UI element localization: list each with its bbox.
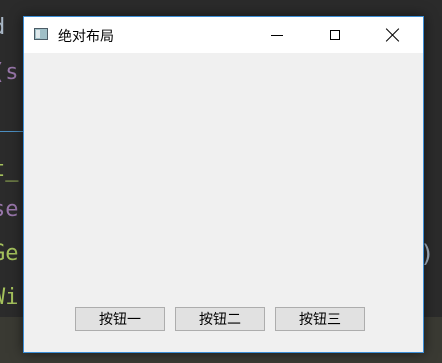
window-app-icon xyxy=(34,28,48,40)
editor-separator xyxy=(0,131,24,132)
app-window: 绝对布局 按钮一 按钮二 按钮三 xyxy=(23,16,424,353)
close-icon xyxy=(386,28,400,42)
code-line: d xyxy=(0,15,5,41)
maximize-icon xyxy=(330,30,340,40)
code-line: se xyxy=(0,197,19,222)
button-one[interactable]: 按钮一 xyxy=(75,307,165,331)
window-title: 绝对布局 xyxy=(58,29,114,45)
close-button[interactable] xyxy=(370,17,416,53)
minimize-button[interactable] xyxy=(254,17,300,53)
maximize-button[interactable] xyxy=(312,17,358,53)
button-three[interactable]: 按钮三 xyxy=(275,307,365,331)
minimize-icon xyxy=(271,34,283,36)
code-line: Wi xyxy=(0,285,19,310)
code-line: t_ xyxy=(0,157,19,182)
code-line: Ge xyxy=(0,241,19,266)
button-two[interactable]: 按钮二 xyxy=(175,307,265,331)
window-titlebar[interactable]: 绝对布局 xyxy=(24,17,423,53)
window-client-area: 按钮一 按钮二 按钮三 xyxy=(24,53,423,352)
code-line: (s xyxy=(0,60,19,85)
